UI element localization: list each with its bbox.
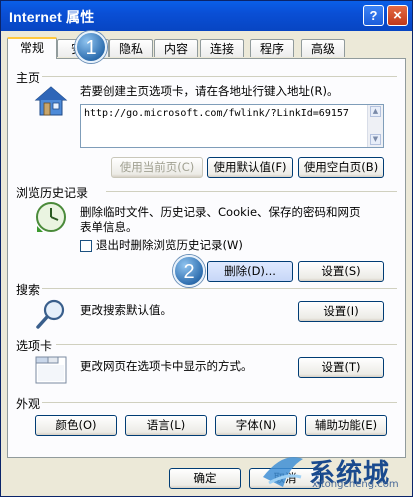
tab-privacy[interactable]: 隐私 xyxy=(109,39,153,57)
tab-programs[interactable]: 程序 xyxy=(250,39,294,57)
watermark-url: xitongcheng.com xyxy=(312,479,399,490)
home-url-textbox[interactable]: http://go.microsoft.com/fwlink/?LinkId=6… xyxy=(80,104,384,148)
tabs-section-title: 选项卡 xyxy=(16,339,53,353)
url-scrollbar[interactable]: ▲ ▼ xyxy=(367,105,383,147)
internet-options-dialog: Internet 属性 ? × 常规 安全 隐私 内容 连接 程序 高级 主页 … xyxy=(0,0,413,497)
home-url-text[interactable]: http://go.microsoft.com/fwlink/?LinkId=6… xyxy=(84,108,349,119)
home-divider xyxy=(42,76,397,77)
tabs-settings-button[interactable]: 设置(T) xyxy=(298,357,384,378)
tab-advanced[interactable]: 高级 xyxy=(301,39,345,57)
help-button[interactable]: ? xyxy=(363,5,384,26)
scroll-down-icon[interactable]: ▼ xyxy=(370,134,381,145)
use-blank-button[interactable]: 使用空白页(B) xyxy=(298,157,384,178)
delete-on-exit-checkbox[interactable] xyxy=(80,240,92,252)
window-title: Internet 属性 xyxy=(9,9,95,25)
search-divider xyxy=(42,288,397,289)
search-settings-button[interactable]: 设置(I) xyxy=(298,301,384,322)
title-bar[interactable]: Internet 属性 ? × xyxy=(1,1,412,31)
close-button[interactable]: × xyxy=(387,5,408,26)
delete-history-button[interactable]: 删除(D)... xyxy=(207,261,293,282)
history-section-title: 浏览历史记录 xyxy=(16,186,89,200)
home-description: 若要创建主页选项卡，请在各地址行键入地址(R)。 xyxy=(80,84,339,98)
tab-general[interactable]: 常规 xyxy=(7,37,57,59)
languages-button[interactable]: 语言(L) xyxy=(125,415,207,436)
search-description: 更改搜索默认值。 xyxy=(80,303,172,317)
history-description-1: 删除临时文件、历史记录、Cookie、保存的密码和网页 xyxy=(80,205,361,219)
general-tab-panel: 主页 若要创建主页选项卡，请在各地址行键入地址(R)。 http://go.mi… xyxy=(7,58,406,458)
history-clock-icon xyxy=(36,202,66,232)
appearance-section-title: 外观 xyxy=(16,397,41,411)
house-icon xyxy=(34,86,68,116)
colors-button[interactable]: 颜色(O) xyxy=(35,415,117,436)
delete-on-exit-label[interactable]: 退出时删除浏览历史记录(W) xyxy=(96,238,243,253)
use-current-button[interactable]: 使用当前页(C) xyxy=(111,157,203,178)
history-settings-button[interactable]: 设置(S) xyxy=(298,261,384,282)
fonts-button[interactable]: 字体(N) xyxy=(215,415,297,436)
ok-button[interactable]: 确定 xyxy=(169,468,241,489)
history-divider xyxy=(106,191,397,192)
scroll-up-icon[interactable]: ▲ xyxy=(370,106,381,117)
use-default-button[interactable]: 使用默认值(F) xyxy=(207,157,293,178)
tab-content[interactable]: 内容 xyxy=(154,39,198,57)
search-section-title: 搜索 xyxy=(16,283,41,297)
magnifier-icon xyxy=(36,299,65,329)
step-badge-2: 2 xyxy=(173,255,205,287)
appearance-divider xyxy=(42,402,397,403)
tabs-divider xyxy=(56,344,397,345)
tabs-description: 更改网页在选项卡中显示的方式。 xyxy=(80,359,253,373)
tabbed-window-icon xyxy=(35,356,67,384)
watermark-logo-icon xyxy=(263,457,303,487)
step-badge-1: 1 xyxy=(75,31,107,63)
accessibility-button[interactable]: 辅助功能(E) xyxy=(305,415,387,436)
history-description-2: 表单信息。 xyxy=(80,220,138,234)
tab-connections[interactable]: 连接 xyxy=(200,39,244,57)
